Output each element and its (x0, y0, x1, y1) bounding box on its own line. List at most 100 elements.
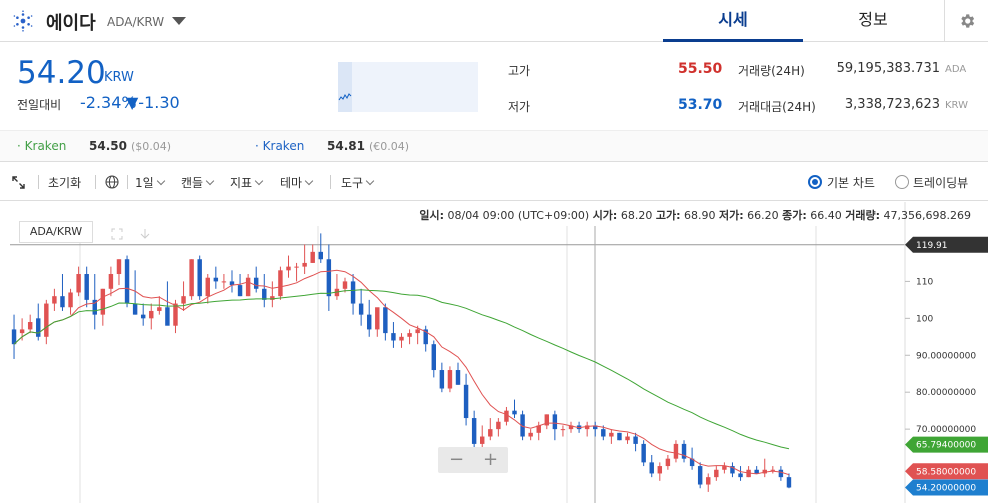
y-tick-label: 90.00000000 (916, 351, 976, 361)
candle-label: 캔들 (181, 176, 204, 190)
coin-pair[interactable]: ADA/KRW (107, 15, 164, 29)
divider (95, 175, 96, 189)
gear-icon (961, 14, 975, 28)
candle-body (488, 429, 493, 437)
zoom-in-button[interactable]: + (483, 449, 498, 470)
exchange-price: 54.81 (327, 139, 365, 153)
candle-body (560, 429, 566, 431)
exchange-name[interactable]: · Kraken (255, 139, 304, 153)
reset-button[interactable]: 초기화 (48, 174, 81, 191)
coin-dropdown-icon[interactable] (172, 17, 186, 25)
fullscreen-icon[interactable] (111, 228, 123, 240)
chevron-down-icon (365, 176, 375, 186)
divider (127, 175, 128, 189)
candle-body (197, 259, 202, 297)
tab-info[interactable]: 정보 (803, 0, 943, 42)
candle-body (778, 469, 784, 478)
candle-body (76, 274, 81, 293)
interval-dropdown[interactable]: 1일 (135, 174, 165, 191)
basic-chart-label[interactable]: 기본 차트 (827, 174, 875, 191)
price-chart[interactable]: 110 100 90.00000000 80.00000000 70.00000000 1… (0, 202, 988, 503)
candle-body (665, 458, 671, 467)
ohlc-date: 08/04 09:00 (UTC+09:00) (447, 209, 590, 222)
zoom-out-button[interactable]: − (449, 449, 464, 470)
moving-average-short-line (13, 269, 790, 476)
candle-body (496, 421, 501, 430)
candle-dropdown[interactable]: 캔들 (181, 174, 215, 191)
tradingview-radio[interactable] (895, 175, 909, 189)
candle-body (173, 303, 178, 326)
candle-body (108, 274, 114, 289)
tools-dropdown[interactable]: 도구 (341, 174, 375, 191)
ohlc-high-label: 고가: (655, 209, 681, 222)
candle-body (447, 370, 453, 389)
candle-body (44, 303, 49, 337)
arrow-down-icon[interactable] (139, 228, 151, 240)
candle-body (706, 477, 711, 485)
candle-body (786, 477, 792, 488)
candle-body (391, 333, 396, 341)
ohlc-high: 68.90 (683, 209, 716, 222)
candle-body (366, 314, 372, 330)
y-tick-label: 70.00000000 (916, 425, 976, 435)
indicator-dropdown[interactable]: 지표 (230, 174, 264, 191)
candle-body (552, 414, 558, 430)
candle-body (342, 281, 348, 289)
chevron-down-icon (254, 176, 264, 186)
amount-unit: KRW (945, 100, 968, 111)
candle-body (140, 314, 146, 319)
price-unit: KRW (104, 70, 134, 85)
candle-body (253, 277, 259, 289)
candle-body (649, 462, 654, 474)
exchange-name[interactable]: · Kraken (17, 139, 66, 153)
candle-body (132, 303, 138, 315)
candle-body (205, 277, 210, 297)
ohlc-close: 66.40 (810, 209, 842, 222)
candle-body (19, 329, 25, 334)
candle-body (294, 266, 299, 268)
tab-price[interactable]: 시세 (663, 0, 803, 42)
volume-value: 59,195,383.731 (836, 61, 940, 76)
candle-body (673, 443, 679, 459)
settings-button[interactable] (944, 0, 988, 42)
exchange-diff: (€0.04) (369, 140, 410, 153)
candle-body (157, 307, 162, 311)
candle-body (84, 274, 89, 300)
candle-body (601, 429, 606, 437)
candle-body (512, 410, 517, 415)
tradingview-label[interactable]: 트레이딩뷰 (913, 174, 968, 191)
candle-body (431, 344, 437, 371)
candle-body (60, 296, 65, 308)
candle-body (714, 469, 719, 478)
expand-icon[interactable] (12, 176, 25, 189)
candle-body (165, 307, 170, 326)
candle-body (697, 466, 703, 485)
candle-body (52, 296, 57, 304)
zoom-control: − + (438, 447, 508, 473)
volume-label: 거래량(24H) (738, 64, 805, 78)
volume-unit: ADA (945, 64, 967, 75)
app-root: 에이다 ADA/KRW 시세 정보 54.20 KRW 전일대비 -2.34% … (0, 0, 988, 503)
coin-name[interactable]: 에이다 (46, 9, 96, 35)
candle-body (318, 251, 323, 260)
candle-body (286, 266, 291, 271)
theme-dropdown[interactable]: 테마 (280, 174, 314, 191)
candle-body (504, 410, 509, 422)
basic-chart-radio[interactable] (808, 175, 822, 189)
candle-body (36, 318, 41, 337)
candle-body (149, 310, 154, 319)
ohlc-close-label: 종가: (782, 209, 807, 222)
tools-label: 도구 (341, 176, 364, 190)
exchange-name-text: Kraken (262, 139, 305, 153)
price-marker-label: 54.20000000 (916, 483, 976, 493)
price-marker-label: 65.79400000 (916, 441, 976, 451)
ohlc-low: 66.20 (747, 209, 779, 222)
exchange-name-text: Kraken (24, 139, 67, 153)
candle-body (617, 432, 622, 441)
candle-body (455, 370, 461, 385)
candle-body (480, 436, 485, 444)
chart-symbol-label[interactable]: ADA/KRW (19, 221, 93, 243)
candle-body (722, 466, 727, 470)
candle-body (641, 443, 646, 463)
globe-icon[interactable] (105, 175, 119, 189)
